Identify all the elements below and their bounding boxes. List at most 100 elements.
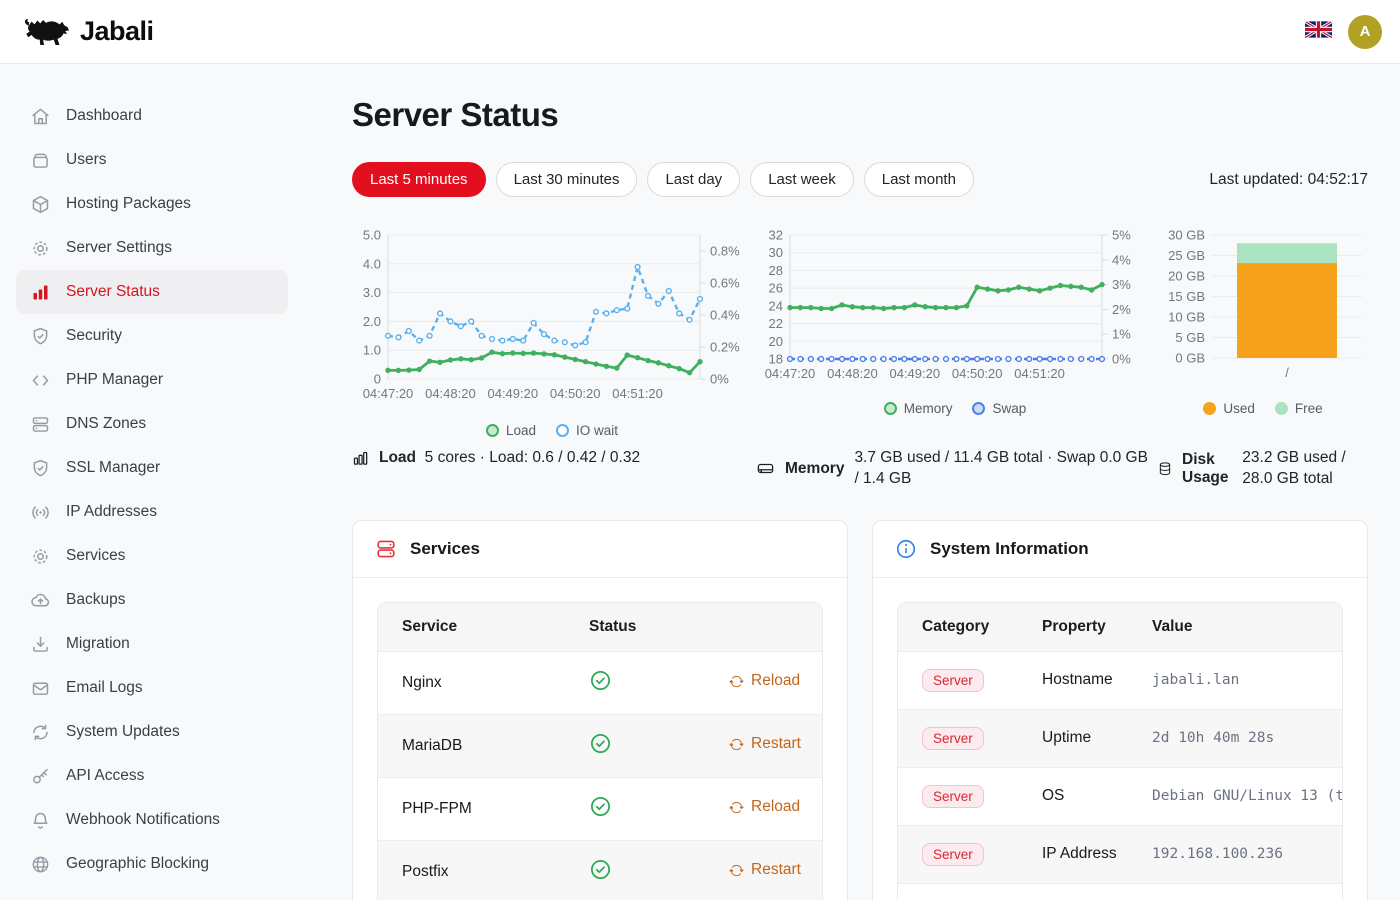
status-ok-icon: [589, 858, 612, 881]
sidebar-item-label: Hosting Packages: [66, 195, 191, 213]
svg-text:0.2%: 0.2%: [710, 340, 740, 355]
service-status: [565, 840, 705, 900]
range-last-5-minutes[interactable]: Last 5 minutes: [352, 162, 486, 197]
sidebar-item-services[interactable]: Services: [16, 534, 288, 578]
sysinfo-row-hostname: ServerHostnamejabali.lan: [898, 651, 1342, 709]
time-range-row: Last 5 minutes Last 30 minutes Last day Las…: [352, 162, 1368, 197]
sidebar-item-users[interactable]: Users: [16, 138, 288, 182]
sysinfo-value: jabali.lan: [1128, 651, 1342, 709]
load-stat-value: 5 cores · Load: 0.6 / 0.42 / 0.32: [425, 449, 640, 466]
load-chart-svg: 5.04.03.02.01.000.8%0.6%0.4%0.2%0%04:47:…: [352, 221, 752, 419]
sidebar-item-hosting-packages[interactable]: Hosting Packages: [16, 182, 288, 226]
sysinfo-property: IP Address: [1018, 825, 1128, 883]
range-last-30-minutes[interactable]: Last 30 minutes: [496, 162, 638, 197]
language-flag-icon[interactable]: [1305, 21, 1332, 43]
service-row-php-fpm: PHP-FPMReload: [378, 777, 822, 840]
service-row-postfix: PostfixRestart: [378, 840, 822, 900]
sidebar-item-backups[interactable]: Backups: [16, 578, 288, 622]
svg-text:0%: 0%: [710, 372, 729, 387]
legend-used[interactable]: Used: [1203, 401, 1255, 416]
disk-stat: Disk Usage 23.2 GB used / 28.0 GB total: [1158, 448, 1368, 490]
memory-chart-legend: Memory Swap: [884, 401, 1027, 416]
cube-icon: [29, 193, 51, 215]
sysinfo-col-category: Category: [898, 603, 1018, 652]
sidebar-item-ssl-manager[interactable]: SSL Manager: [16, 446, 288, 490]
sidebar-item-webhook-notifications[interactable]: Webhook Notifications: [16, 798, 288, 842]
service-action-restart[interactable]: Restart: [729, 861, 801, 879]
svg-text:5 GB: 5 GB: [1175, 330, 1205, 345]
system-info-card: System Information Category Property Val…: [872, 520, 1368, 900]
sidebar-item-dashboard[interactable]: Dashboard: [16, 94, 288, 138]
service-name: MariaDB: [378, 714, 565, 777]
service-action-reload[interactable]: Reload: [729, 798, 800, 816]
service-action-restart[interactable]: Restart: [729, 735, 801, 753]
svg-text:04:51:20: 04:51:20: [1014, 366, 1065, 381]
sysinfo-property: Uptime: [1018, 709, 1128, 767]
stack-icon: [29, 413, 51, 435]
sidebar-item-label: IP Addresses: [66, 503, 157, 521]
disk-chart-svg: 30 GB25 GB20 GB15 GB10 GB5 GB0 GB/: [1158, 221, 1368, 397]
avatar[interactable]: A: [1348, 15, 1382, 49]
sidebar-item-security[interactable]: Security: [16, 314, 288, 358]
sidebar-item-geographic-blocking[interactable]: Geographic Blocking: [16, 842, 288, 886]
svg-text:04:47:20: 04:47:20: [765, 366, 816, 381]
load-bars-icon: [352, 450, 369, 467]
memory-stat-label: Memory: [785, 460, 844, 478]
legend-load[interactable]: Load: [486, 423, 536, 438]
sidebar-item-email-logs[interactable]: Email Logs: [16, 666, 288, 710]
range-last-week[interactable]: Last week: [750, 162, 854, 197]
legend-free[interactable]: Free: [1275, 401, 1323, 416]
sidebar-item-ip-addresses[interactable]: IP Addresses: [16, 490, 288, 534]
svg-text:20 GB: 20 GB: [1168, 269, 1205, 284]
download-icon: [29, 633, 51, 655]
status-ok-icon: [589, 669, 612, 692]
svg-text:18: 18: [769, 352, 783, 367]
legend-swap[interactable]: Swap: [972, 401, 1026, 416]
sidebar: DashboardUsers Hosting Packages Server Set…: [0, 64, 304, 900]
legend-io-wait[interactable]: IO wait: [556, 423, 618, 438]
sidebar-item-server-settings[interactable]: Server Settings: [16, 226, 288, 270]
disk-stat-label: Disk Usage: [1182, 451, 1232, 487]
svg-text:1%: 1%: [1112, 327, 1131, 342]
legend-memory[interactable]: Memory: [884, 401, 953, 416]
service-row-nginx: Nginx Reload: [378, 651, 822, 714]
service-name: Nginx: [378, 651, 565, 714]
svg-text:0%: 0%: [1112, 352, 1131, 367]
range-last-month[interactable]: Last month: [864, 162, 974, 197]
sysinfo-col-property: Property: [1018, 603, 1128, 652]
sidebar-item-dns-zones[interactable]: DNS Zones: [16, 402, 288, 446]
services-table: Service Status NginxReloadMariaDBRestart…: [378, 603, 822, 900]
last-updated-label: Last updated: 04:52:17: [1209, 171, 1368, 189]
sidebar-item-server-status[interactable]: Server Status: [16, 270, 288, 314]
stats-row: Load 5 cores · Load: 0.6 / 0.42 / 0.32 M…: [352, 448, 1368, 490]
svg-text:04:50:20: 04:50:20: [550, 386, 601, 401]
globe-icon: [29, 853, 51, 875]
sidebar-item-system-updates[interactable]: System Updates: [16, 710, 288, 754]
sidebar-item-label: Migration: [66, 635, 130, 653]
sidebar-item-label: System Updates: [66, 723, 180, 741]
info-icon: [895, 538, 917, 560]
refresh-icon: [29, 721, 51, 743]
sidebar-item-label: PHP Manager: [66, 371, 163, 389]
sysinfo-value: Debian GNU/Linux 13 (trixie): [1128, 767, 1342, 825]
sysinfo-row-uptime: ServerUptime2d 10h 40m 28s: [898, 709, 1342, 767]
sidebar-item-php-manager[interactable]: PHP Manager: [16, 358, 288, 402]
disk-chart-legend: Used Free: [1203, 401, 1322, 416]
svg-text:04:48:20: 04:48:20: [827, 366, 878, 381]
svg-text:28: 28: [769, 263, 783, 278]
sidebar-item-migration[interactable]: Migration: [16, 622, 288, 666]
brand[interactable]: Jabali: [22, 13, 154, 51]
system-info-table: Category Property Value ServerHostnameja…: [898, 603, 1342, 900]
boar-logo-icon: [22, 13, 70, 51]
service-status: [565, 714, 705, 777]
category-badge: Server: [922, 669, 984, 692]
sidebar-item-api-access[interactable]: API Access: [16, 754, 288, 798]
svg-text:04:50:20: 04:50:20: [952, 366, 1003, 381]
service-action-reload[interactable]: Reload: [729, 672, 800, 690]
brand-name: Jabali: [80, 16, 154, 47]
sidebar-item-label: Webhook Notifications: [66, 811, 220, 829]
sysinfo-row-os: ServerOSDebian GNU/Linux 13 (trixie): [898, 767, 1342, 825]
svg-text:0.4%: 0.4%: [710, 308, 740, 323]
top-header: Jabali A: [0, 0, 1400, 64]
range-last-day[interactable]: Last day: [647, 162, 740, 197]
